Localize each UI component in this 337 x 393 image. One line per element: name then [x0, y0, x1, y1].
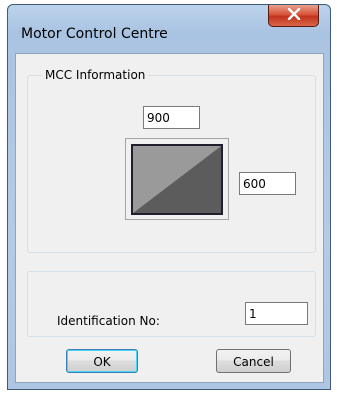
mcc-preview-frame [125, 138, 229, 220]
dialog-window: Motor Control Centre MCC Information Ide… [7, 4, 331, 390]
mcc-shape-preview [131, 144, 223, 215]
identification-label: Identification No: [57, 314, 160, 328]
close-button[interactable] [268, 5, 319, 27]
close-icon [287, 7, 301, 23]
mcc-width-input[interactable] [143, 106, 200, 129]
identification-input[interactable] [245, 302, 308, 325]
mcc-information-title: MCC Information [42, 68, 149, 82]
window-title: Motor Control Centre [21, 26, 168, 42]
dialog-client-area: MCC Information Identification No: OK Ca… [15, 53, 324, 383]
ok-button[interactable]: OK [66, 349, 138, 373]
title-bar[interactable]: Motor Control Centre [8, 5, 330, 55]
mcc-height-input[interactable] [239, 172, 296, 195]
cancel-button[interactable]: Cancel [216, 349, 291, 373]
